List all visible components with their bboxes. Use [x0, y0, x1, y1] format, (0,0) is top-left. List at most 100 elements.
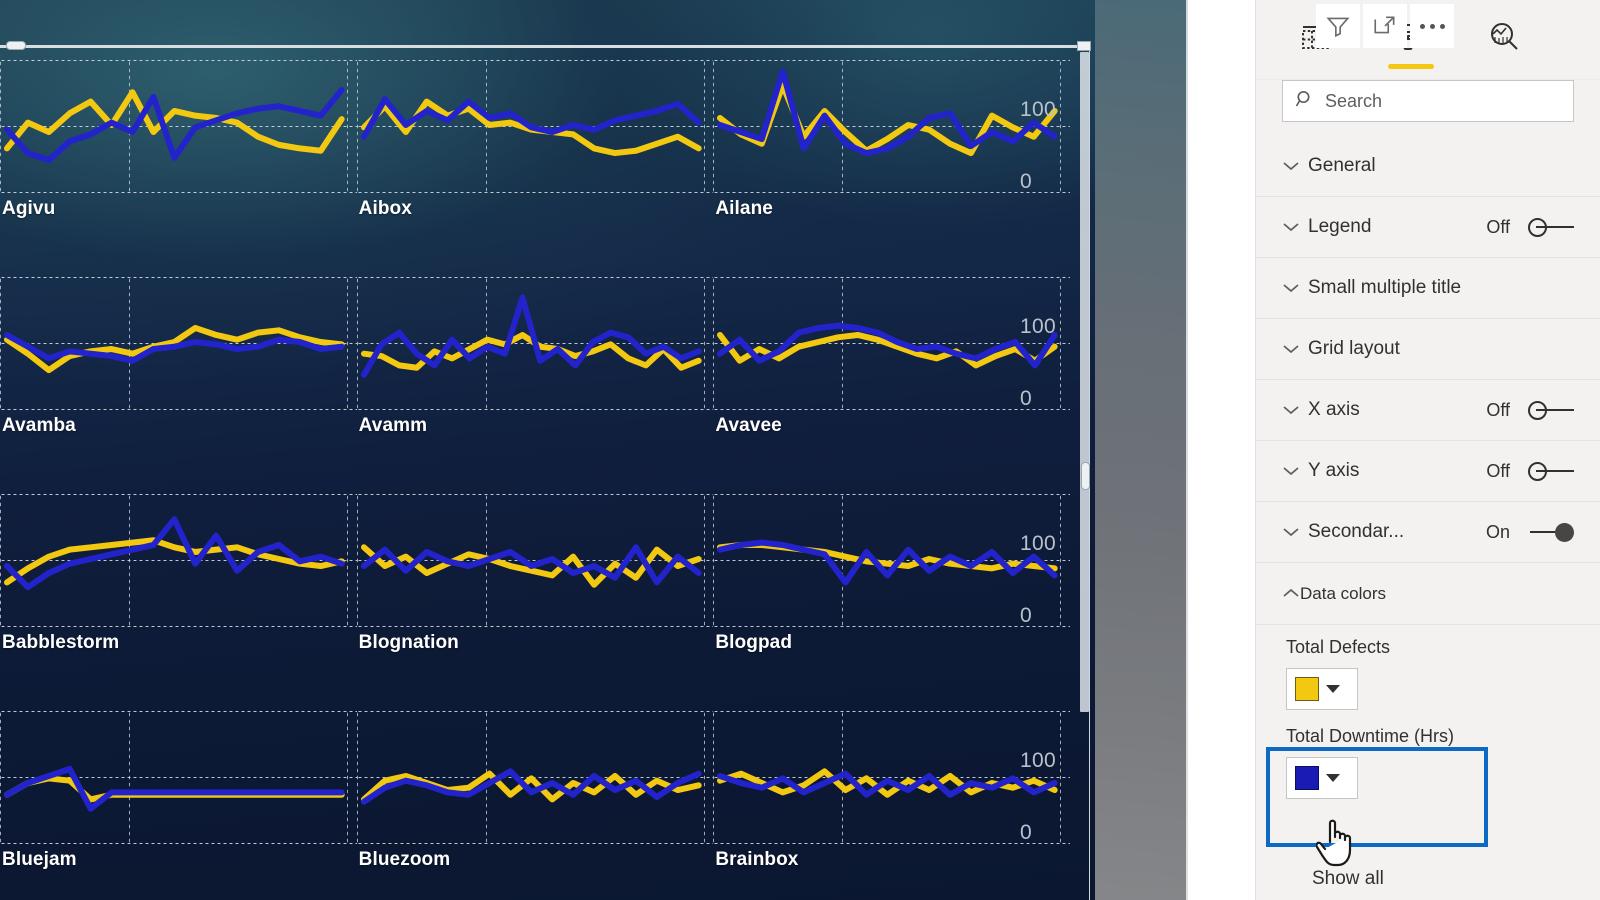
small-multiples-grid[interactable]: Agivu Aibox Ailane Avamba Avamm Avavee Babbles…	[0, 56, 1070, 900]
pane-section-grid-layout[interactable]: Grid layout	[1256, 319, 1600, 380]
small-multiple-panel[interactable]: Agivu	[0, 56, 357, 273]
filter-button[interactable]	[1316, 4, 1360, 48]
resize-handle-top-left[interactable]	[6, 41, 26, 50]
canvas-edge-line	[1186, 0, 1188, 900]
pane-section-label: Secondar...	[1308, 521, 1405, 542]
toggle-switch[interactable]	[1520, 521, 1574, 543]
visualizations-format-pane[interactable]: Search General Legend Off Small multiple ti…	[1255, 0, 1600, 900]
pane-section-y-axis[interactable]: Y axis Off	[1256, 441, 1600, 502]
chevron-down-icon	[1326, 774, 1340, 782]
chevron-down-icon	[1282, 343, 1308, 355]
small-multiple-plot	[713, 60, 1062, 190]
small-multiple-title: Blogpad	[715, 632, 793, 653]
gridline-horizontal	[356, 843, 714, 844]
analytics-magnify-icon	[1487, 21, 1521, 58]
small-multiple-plot	[357, 277, 706, 407]
chevron-down-icon	[1326, 685, 1340, 693]
small-multiple-panel[interactable]: Aibox	[357, 56, 714, 273]
pane-section-label: Y axis	[1308, 460, 1360, 481]
pane-section-secondar[interactable]: Secondar... On	[1256, 502, 1600, 563]
small-multiple-title: Bluezoom	[358, 849, 451, 870]
color-picker-button[interactable]	[1286, 668, 1358, 710]
small-multiple-plot	[0, 494, 349, 624]
gridline-horizontal	[0, 192, 357, 193]
chevron-down-icon	[1282, 465, 1308, 477]
analytics-tab[interactable]	[1476, 9, 1532, 71]
toggle-state-label: On	[1485, 521, 1510, 542]
search-row[interactable]: Search	[1256, 80, 1600, 136]
pane-section-general[interactable]: General	[1256, 136, 1600, 197]
small-multiple-title: Brainbox	[715, 849, 799, 870]
small-multiple-title: Agivu	[2, 198, 56, 219]
chevron-down-icon	[1282, 526, 1308, 538]
series-line	[7, 778, 342, 799]
small-multiple-plot	[0, 711, 349, 841]
toggle-switch[interactable]	[1520, 216, 1574, 238]
axis-tick-max: 100	[1020, 749, 1056, 772]
small-multiple-title: Avavee	[715, 415, 782, 436]
small-multiple-title: Avamm	[358, 415, 428, 436]
small-multiple-panel[interactable]: Babblestorm	[0, 490, 357, 707]
chevron-down-icon	[1282, 160, 1308, 172]
toggle-switch[interactable]	[1520, 460, 1574, 482]
small-multiple-title: Aibox	[358, 198, 412, 219]
format-tab-indicator	[1388, 63, 1434, 69]
pane-section-legend[interactable]: Legend Off	[1256, 197, 1600, 258]
small-multiple-panel[interactable]: Bluezoom	[357, 707, 714, 900]
search-input[interactable]: Search	[1282, 80, 1574, 122]
chevron-up-icon	[1282, 584, 1300, 604]
color-swatch	[1295, 766, 1319, 790]
axis-tick-group: 100 0	[1012, 490, 1072, 707]
resize-handle-top-right[interactable]	[1077, 41, 1091, 51]
data-color-item[interactable]: Total Downtime (Hrs)	[1256, 714, 1600, 803]
visual-scrollbar-thumb[interactable]	[1080, 52, 1089, 712]
pane-section-list[interactable]: General Legend Off Small multiple title Grid…	[1256, 136, 1600, 563]
series-line	[364, 774, 699, 800]
small-multiple-title: Ailane	[715, 198, 773, 219]
pane-section-label: Small multiple title	[1308, 277, 1462, 298]
gridline-horizontal	[0, 626, 357, 627]
pane-section-x-axis[interactable]: X axis Off	[1256, 380, 1600, 441]
pane-left-gap	[1196, 0, 1255, 900]
canvas-gutter	[1095, 0, 1196, 900]
small-multiple-panel[interactable]: Bluejam	[0, 707, 357, 900]
pane-section-small-multiple-title[interactable]: Small multiple title	[1256, 258, 1600, 319]
data-colors-label: Data colors	[1300, 583, 1386, 603]
axis-tick-group: 100 0	[1012, 56, 1072, 273]
axis-tick-max: 100	[1020, 315, 1056, 338]
axis-tick-group: 100 0	[1012, 707, 1072, 900]
toggle-state-label: Off	[1486, 216, 1510, 237]
focus-mode-button[interactable]	[1363, 4, 1407, 48]
axis-tick-min: 0	[1020, 170, 1032, 193]
small-multiple-panel[interactable]: Avamm	[357, 273, 714, 490]
focus-mode-icon	[1372, 13, 1398, 39]
toggle-state-label: Off	[1486, 460, 1510, 481]
small-multiple-plot	[357, 60, 706, 190]
small-multiple-panel[interactable]: Blognation	[357, 490, 714, 707]
data-color-items[interactable]: Total Defects Total Downtime (Hrs)	[1256, 625, 1600, 803]
small-multiple-title: Bluejam	[2, 849, 77, 870]
axis-tick-min: 0	[1020, 604, 1032, 627]
small-multiple-plot	[0, 60, 349, 190]
color-picker-button[interactable]	[1286, 757, 1358, 799]
gridline-horizontal	[0, 409, 357, 410]
small-multiple-plot	[713, 494, 1062, 624]
small-multiple-title: Blognation	[358, 632, 459, 653]
axis-tick-group: 100 0	[1012, 273, 1072, 490]
toggle-switch[interactable]	[1520, 399, 1574, 421]
axis-tick-min: 0	[1020, 387, 1032, 410]
visual-selection-border	[0, 45, 1090, 48]
small-multiple-panel[interactable]: Avamba	[0, 273, 357, 490]
axis-tick-min: 0	[1020, 821, 1032, 844]
data-color-label: Total Defects	[1286, 637, 1391, 657]
series-line	[364, 547, 699, 582]
small-multiple-plot	[713, 277, 1062, 407]
mouse-cursor-hand	[1315, 812, 1362, 875]
section-data-colors[interactable]: Data colors	[1256, 563, 1600, 625]
secondary-y-axis-labels: 100 0 100 0 100 0 100 0	[1012, 56, 1072, 900]
search-icon	[1295, 89, 1315, 114]
data-color-item[interactable]: Total Defects	[1256, 625, 1600, 714]
visual-header-toolbar[interactable]	[1316, 4, 1454, 48]
more-options-button[interactable]	[1410, 4, 1454, 48]
resize-handle-right[interactable]	[1081, 462, 1090, 490]
